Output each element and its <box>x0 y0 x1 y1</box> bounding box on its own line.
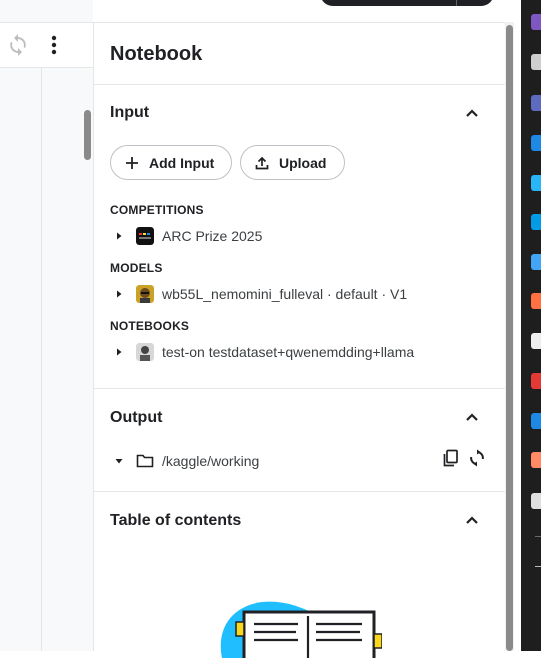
dock-app-icon[interactable] <box>531 214 541 230</box>
expand-triangle-icon[interactable] <box>114 347 124 357</box>
sync-icon[interactable] <box>6 33 30 57</box>
notebooks-heading: NOTEBOOKS <box>110 319 190 333</box>
arc-prize-thumbnail <box>136 227 154 245</box>
dock-app-icon[interactable] <box>531 54 541 70</box>
competitions-heading: COMPETITIONS <box>110 203 204 217</box>
dock-app-icon[interactable] <box>531 135 541 151</box>
dock-app-icon[interactable] <box>531 493 541 509</box>
divider <box>456 0 457 6</box>
top-action-button[interactable] <box>320 0 494 6</box>
editor-gutter <box>0 0 93 651</box>
model-avatar <box>136 285 154 303</box>
competition-item[interactable]: ARC Prize 2025 <box>114 225 262 247</box>
folder-icon <box>136 454 154 468</box>
dock-app-icon[interactable] <box>531 254 541 270</box>
more-options-icon[interactable] <box>44 34 64 56</box>
notebook-panel: Notebook Input Add Input Upload COMPETIT… <box>93 22 506 658</box>
panel-title: Notebook <box>110 43 203 65</box>
refresh-icon[interactable] <box>468 449 486 467</box>
dock-divider <box>535 536 541 537</box>
divider <box>41 68 42 651</box>
divider <box>94 491 506 492</box>
chevron-up-icon[interactable] <box>462 103 482 123</box>
empty-toc-illustration <box>220 601 382 658</box>
model-label: wb55L_nemomini_fulleval · default · V1 <box>162 286 408 302</box>
dock-app-icon[interactable] <box>531 333 541 349</box>
upload-button[interactable]: Upload <box>240 145 345 180</box>
dock-app-icon[interactable] <box>531 175 541 191</box>
dock-app-icon[interactable] <box>531 373 541 389</box>
app-dock <box>521 0 541 651</box>
expand-triangle-icon[interactable] <box>114 289 124 299</box>
dock-minus-icon[interactable] <box>535 566 541 567</box>
input-section-title[interactable]: Input <box>110 104 149 122</box>
divider <box>94 84 506 85</box>
model-item[interactable]: wb55L_nemomini_fulleval · default · V1 <box>114 283 407 305</box>
upload-icon <box>255 156 269 169</box>
collapse-triangle-icon[interactable] <box>114 456 124 466</box>
panel-scrollbar-thumb[interactable] <box>506 25 513 651</box>
chevron-up-icon[interactable] <box>462 407 482 427</box>
competition-label: ARC Prize 2025 <box>162 228 263 244</box>
dock-app-icon[interactable] <box>531 452 541 468</box>
notebook-avatar <box>136 343 154 361</box>
divider <box>94 388 506 389</box>
copy-icon[interactable] <box>442 449 460 467</box>
notebook-item[interactable]: test-on testdataset+qwenemdding+llama <box>114 341 414 363</box>
editor-scrollbar[interactable] <box>84 110 91 160</box>
notebook-label: test-on testdataset+qwenemdding+llama <box>162 344 415 360</box>
add-input-label: Add Input <box>149 154 215 171</box>
dock-app-icon[interactable] <box>531 413 541 429</box>
output-path: /kaggle/working <box>162 453 260 469</box>
editor-toolbar <box>0 22 93 68</box>
output-folder-item[interactable]: /kaggle/working <box>114 450 259 472</box>
upload-label: Upload <box>279 154 327 171</box>
plus-icon <box>126 156 138 169</box>
toc-section-title[interactable]: Table of contents <box>110 512 241 530</box>
dock-app-icon[interactable] <box>531 95 541 111</box>
expand-triangle-icon[interactable] <box>114 231 124 241</box>
models-heading: MODELS <box>110 261 163 275</box>
dock-app-icon[interactable] <box>531 14 541 30</box>
output-section-title[interactable]: Output <box>110 409 162 427</box>
dock-app-icon[interactable] <box>531 293 541 309</box>
chevron-up-icon[interactable] <box>462 510 482 530</box>
add-input-button[interactable]: Add Input <box>110 145 232 180</box>
